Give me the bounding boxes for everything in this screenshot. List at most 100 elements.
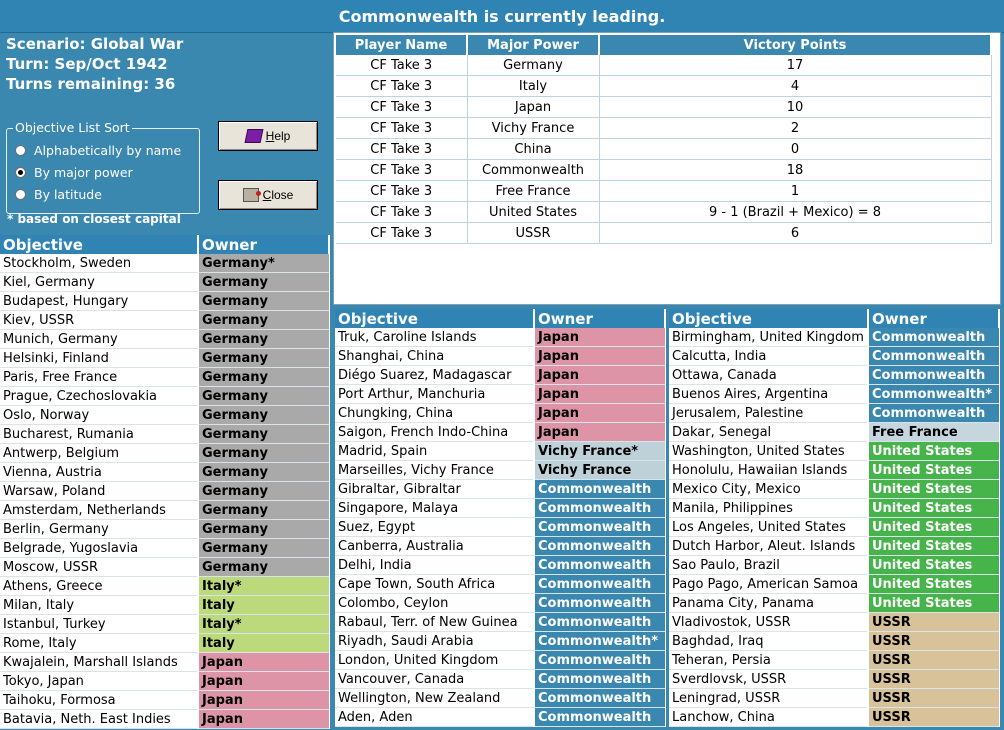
objective-row: Honolulu, Hawaiian Islands United States xyxy=(669,460,999,480)
help-button[interactable]: Help xyxy=(218,121,318,151)
objective-owner: Commonwealth xyxy=(867,365,999,385)
objective-row: Gibraltar, Gibraltar Commonwealth xyxy=(335,479,665,499)
vp-power-cell: United States xyxy=(467,201,600,223)
vp-points-cell: 0 xyxy=(599,138,992,160)
vp-header-player: Player Name xyxy=(336,35,468,55)
vp-points-cell: 17 xyxy=(599,55,992,76)
objective-row: Los Angeles, United States United States xyxy=(669,517,999,537)
objective-owner: United States xyxy=(867,536,999,556)
objective-row: Pago Pago, American Samoa United States xyxy=(669,574,999,594)
objective-name: Lanchow, China xyxy=(669,707,868,727)
objective-name: Pago Pago, American Samoa xyxy=(669,574,868,594)
owner-header: Owner xyxy=(534,309,666,328)
vp-row: CF Take 3 USSR 6 xyxy=(336,222,992,244)
objective-owner: Japan xyxy=(533,346,665,366)
objective-name: Kwajalein, Marshall Islands xyxy=(0,652,198,672)
objective-owner: Germany* xyxy=(197,254,329,273)
objective-owner: Commonwealth xyxy=(533,707,665,727)
objective-row: Rome, Italy Italy xyxy=(0,633,329,653)
objective-row: Baghdad, Iraq USSR xyxy=(669,631,999,651)
close-door-icon xyxy=(242,188,261,202)
objective-name: Suez, Egypt xyxy=(335,517,534,537)
scenario-info: Scenario: Global War Turn: Sep/Oct 1942 … xyxy=(6,34,183,94)
objective-row: Moscow, USSR Germany xyxy=(0,557,329,577)
objective-row: Riyadh, Saudi Arabia Commonwealth* xyxy=(335,631,665,651)
objective-owner: Free France xyxy=(867,422,999,442)
objective-owner: USSR xyxy=(867,650,999,670)
objective-name: Batavia, Neth. East Indies xyxy=(0,709,198,729)
objective-row: Munich, Germany Germany xyxy=(0,329,329,349)
objective-owner: Commonwealth xyxy=(867,346,999,366)
objective-row: Kwajalein, Marshall Islands Japan xyxy=(0,652,329,672)
objective-row: Istanbul, Turkey Italy* xyxy=(0,614,329,634)
objective-row: Wellington, New Zealand Commonwealth xyxy=(335,688,665,708)
vp-player-cell: CF Take 3 xyxy=(336,96,468,118)
objective-row: Calcutta, India Commonwealth xyxy=(669,346,999,366)
objective-row: Antwerp, Belgium Germany xyxy=(0,443,329,463)
objective-owner: Japan xyxy=(197,709,329,729)
close-button-label: Close xyxy=(262,188,294,202)
objective-owner: Italy xyxy=(197,633,329,653)
objective-name: Washington, United States xyxy=(669,441,868,461)
objective-row: Berlin, Germany Germany xyxy=(0,519,329,539)
objective-row: Birmingham, United Kingdom Commonwealth xyxy=(669,328,999,347)
objective-name: Dakar, Senegal xyxy=(669,422,868,442)
objective-row: Belgrade, Yugoslavia Germany xyxy=(0,538,329,558)
objective-row: Leningrad, USSR USSR xyxy=(669,688,999,708)
help-book-icon xyxy=(244,129,264,143)
objective-name: Rabaul, Terr. of New Guinea xyxy=(335,612,534,632)
sort-major-power-radio[interactable]: By major power xyxy=(15,165,133,180)
objective-name: Vienna, Austria xyxy=(0,462,198,482)
objective-owner: Vichy France xyxy=(533,460,665,480)
objective-owner: USSR xyxy=(867,669,999,689)
objective-owner: Commonwealth xyxy=(533,612,665,632)
objective-name: Calcutta, India xyxy=(669,346,868,366)
objective-name: Warsaw, Poland xyxy=(0,481,198,501)
vp-row: CF Take 3 Japan 10 xyxy=(336,96,992,118)
objective-owner: Commonwealth xyxy=(533,650,665,670)
objective-row: Port Arthur, Manchuria Japan xyxy=(335,384,665,404)
objective-owner: United States xyxy=(867,555,999,575)
objective-name: Panama City, Panama xyxy=(669,593,868,613)
objective-row: Buenos Aires, Argentina Commonwealth* xyxy=(669,384,999,404)
objective-name: Bucharest, Rumania xyxy=(0,424,198,444)
capital-note: * based on closest capital xyxy=(7,212,181,226)
objective-name: Cape Town, South Africa xyxy=(335,574,534,594)
vp-player-cell: CF Take 3 xyxy=(336,159,468,181)
sort-option-label: By major power xyxy=(34,165,133,180)
objective-name: Oslo, Norway xyxy=(0,405,198,425)
vp-row: CF Take 3 Vichy France 2 xyxy=(336,117,992,139)
objective-name: Saigon, French Indo-China xyxy=(335,422,534,442)
vp-points-cell: 1 xyxy=(599,180,992,202)
objective-name: Istanbul, Turkey xyxy=(0,614,198,634)
objective-row: Prague, Czechoslovakia Germany xyxy=(0,386,329,406)
objective-name: Los Angeles, United States xyxy=(669,517,868,537)
objective-owner: Commonwealth* xyxy=(867,384,999,404)
objective-row: Suez, Egypt Commonwealth xyxy=(335,517,665,537)
objective-name: Delhi, India xyxy=(335,555,534,575)
objective-row: Delhi, India Commonwealth xyxy=(335,555,665,575)
objective-owner: Commonwealth* xyxy=(533,631,665,651)
objective-owner: Commonwealth xyxy=(533,574,665,594)
close-button[interactable]: Close xyxy=(218,180,318,210)
objective-name: Chungking, China xyxy=(335,403,534,423)
sort-latitude-radio[interactable]: By latitude xyxy=(15,187,102,202)
objective-owner: Japan xyxy=(197,690,329,710)
objective-name: Port Arthur, Manchuria xyxy=(335,384,534,404)
vp-power-cell: Italy xyxy=(467,75,600,97)
objective-owner: United States xyxy=(867,574,999,594)
objective-header: Objective xyxy=(335,309,535,328)
objective-owner: Italy* xyxy=(197,576,329,596)
objective-owner: Commonwealth xyxy=(533,555,665,575)
vp-points-cell: 2 xyxy=(599,117,992,139)
objective-row: Kiev, USSR Germany xyxy=(0,310,329,330)
objective-name: Diégo Suarez, Madagascar xyxy=(335,365,534,385)
vp-player-cell: CF Take 3 xyxy=(336,138,468,160)
objective-name: Munich, Germany xyxy=(0,329,198,349)
sort-alphabetical-radio[interactable]: Alphabetically by name xyxy=(15,143,181,158)
vp-points-cell: 10 xyxy=(599,96,992,118)
status-title: Commonwealth is currently leading. xyxy=(0,0,1004,33)
objective-row: Teheran, Persia USSR xyxy=(669,650,999,670)
objective-owner: Germany xyxy=(197,500,329,520)
objective-name: Ottawa, Canada xyxy=(669,365,868,385)
